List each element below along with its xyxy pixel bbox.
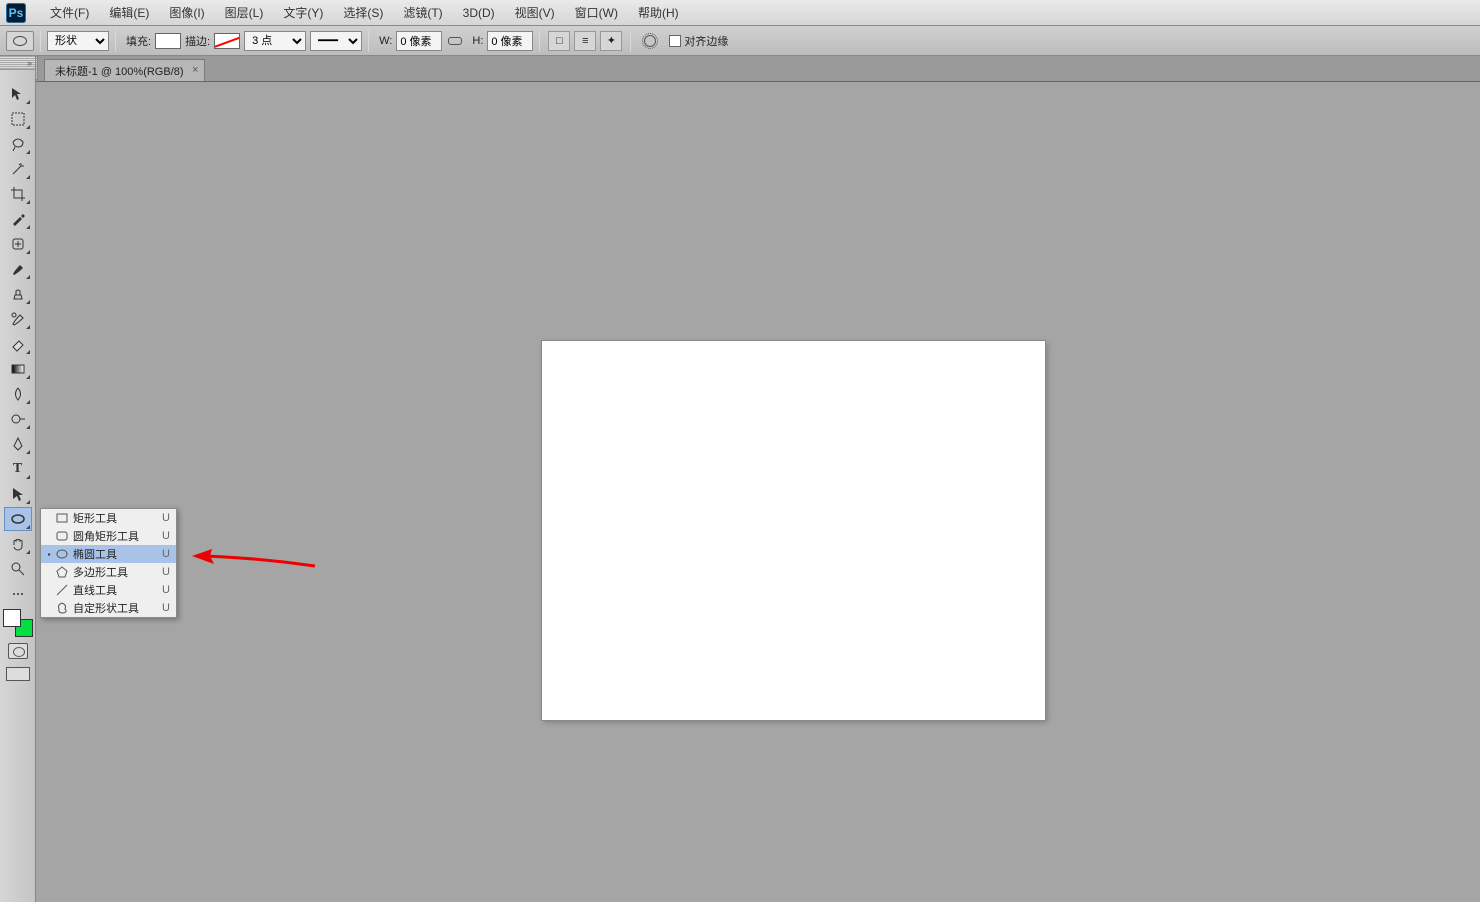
flyout-item-polygon[interactable]: 多边形工具U xyxy=(41,563,176,581)
fill-swatch[interactable] xyxy=(155,33,181,49)
stroke-style-select[interactable]: ━━━ xyxy=(310,31,362,51)
current-tool-icon[interactable] xyxy=(6,31,34,51)
menu-view[interactable]: 视图(V) xyxy=(505,4,565,21)
brush-tool[interactable] xyxy=(4,257,32,281)
flyout-item-custom[interactable]: 自定形状工具U xyxy=(41,599,176,617)
menu-file[interactable]: 文件(F) xyxy=(40,4,99,21)
width-label: W: xyxy=(379,35,392,47)
flyout-item-rect[interactable]: 矩形工具U xyxy=(41,509,176,527)
flyout-item-label: 圆角矩形工具 xyxy=(71,528,158,544)
document-tab-bar: 未标题-1 @ 100%(RGB/8) × xyxy=(0,56,1480,82)
canvas[interactable] xyxy=(542,341,1045,720)
menu-filter[interactable]: 滤镜(T) xyxy=(393,4,452,21)
rect-icon xyxy=(53,511,71,525)
toolbox: » T xyxy=(0,56,36,902)
line-icon xyxy=(53,583,71,597)
flyout-item-line[interactable]: 直线工具U xyxy=(41,581,176,599)
move-tool[interactable] xyxy=(4,82,32,106)
tool-settings-button[interactable] xyxy=(639,31,661,51)
flyout-item-label: 椭圆工具 xyxy=(71,546,158,562)
flyout-item-shortcut: U xyxy=(158,566,170,578)
flyout-item-label: 直线工具 xyxy=(71,582,158,598)
edit-toolbar[interactable] xyxy=(4,582,32,606)
path-selection-tool[interactable] xyxy=(4,482,32,506)
pen-tool[interactable] xyxy=(4,432,32,456)
quick-mask-toggle[interactable] xyxy=(8,643,28,659)
eyedropper-tool[interactable] xyxy=(4,207,32,231)
type-tool[interactable]: T xyxy=(4,457,32,481)
tab-close-button[interactable]: × xyxy=(192,64,198,76)
flyout-item-shortcut: U xyxy=(158,602,170,614)
color-swatches[interactable] xyxy=(3,609,33,637)
menu-layer[interactable]: 图层(L) xyxy=(215,4,274,21)
lasso-tool[interactable] xyxy=(4,132,32,156)
toolbox-collapse-icon[interactable]: » xyxy=(27,58,32,68)
blur-tool[interactable] xyxy=(4,382,32,406)
flyout-item-shortcut: U xyxy=(158,512,170,524)
width-input[interactable] xyxy=(396,31,442,51)
shape-tool[interactable] xyxy=(4,507,32,531)
menu-select[interactable]: 选择(S) xyxy=(333,4,393,21)
menu-edit[interactable]: 编辑(E) xyxy=(99,4,159,21)
path-op-3[interactable]: ✦ xyxy=(600,31,622,51)
menu-type[interactable]: 文字(Y) xyxy=(273,4,333,21)
shape-tool-flyout: 矩形工具U圆角矩形工具U▪椭圆工具U多边形工具U直线工具U自定形状工具U xyxy=(40,508,177,618)
clone-stamp-tool[interactable] xyxy=(4,282,32,306)
zoom-tool[interactable] xyxy=(4,557,32,581)
flyout-item-label: 矩形工具 xyxy=(71,510,158,526)
gear-icon xyxy=(644,35,656,47)
menu-3d[interactable]: 3D(D) xyxy=(453,6,505,20)
flyout-item-shortcut: U xyxy=(158,530,170,542)
flyout-item-ellipse[interactable]: ▪ 椭圆工具U xyxy=(41,545,176,563)
menu-window[interactable]: 窗口(W) xyxy=(565,4,628,21)
app-logo: Ps xyxy=(6,3,26,23)
flyout-item-shortcut: U xyxy=(158,584,170,596)
screen-mode-toggle[interactable] xyxy=(6,667,30,681)
hand-tool[interactable] xyxy=(4,532,32,556)
healing-brush-tool[interactable] xyxy=(4,232,32,256)
dodge-tool[interactable] xyxy=(4,407,32,431)
height-input[interactable] xyxy=(487,31,533,51)
magic-wand-tool[interactable] xyxy=(4,157,32,181)
ellipse-icon xyxy=(13,36,27,46)
toolbox-grip[interactable]: » xyxy=(0,56,35,70)
gradient-tool[interactable] xyxy=(4,357,32,381)
stroke-width-select[interactable]: 3 点 xyxy=(244,31,306,51)
fill-label: 填充: xyxy=(126,33,151,49)
workspace[interactable] xyxy=(36,82,1480,902)
menu-help[interactable]: 帮助(H) xyxy=(628,4,689,21)
stroke-swatch[interactable] xyxy=(214,33,240,49)
link-wh-button[interactable] xyxy=(444,31,466,51)
crop-tool[interactable] xyxy=(4,182,32,206)
document-tab[interactable]: 未标题-1 @ 100%(RGB/8) × xyxy=(44,59,205,81)
eraser-tool[interactable] xyxy=(4,332,32,356)
custom-icon xyxy=(53,601,71,615)
flyout-item-roundrect[interactable]: 圆角矩形工具U xyxy=(41,527,176,545)
flyout-item-label: 自定形状工具 xyxy=(71,600,158,616)
options-bar: 形状 填充: 描边: 3 点 ━━━ W: H: □ ≡ ✦ 对齐边缘 xyxy=(0,26,1480,56)
foreground-color-swatch[interactable] xyxy=(3,609,21,627)
menu-image[interactable]: 图像(I) xyxy=(159,4,214,21)
stroke-label: 描边: xyxy=(185,33,210,49)
tool-mode-select[interactable]: 形状 xyxy=(47,31,109,51)
flyout-item-label: 多边形工具 xyxy=(71,564,158,580)
roundrect-icon xyxy=(53,529,71,543)
document-tab-title: 未标题-1 @ 100%(RGB/8) xyxy=(55,63,184,79)
height-label: H: xyxy=(472,35,483,47)
align-edges-checkbox[interactable] xyxy=(669,35,681,47)
align-edges-option[interactable]: 对齐边缘 xyxy=(669,33,728,49)
link-icon xyxy=(448,37,462,45)
history-brush-tool[interactable] xyxy=(4,307,32,331)
path-op-2[interactable]: ≡ xyxy=(574,31,596,51)
ellipse-icon xyxy=(53,547,71,561)
align-edges-label: 对齐边缘 xyxy=(684,33,728,49)
menu-bar: Ps 文件(F) 编辑(E) 图像(I) 图层(L) 文字(Y) 选择(S) 滤… xyxy=(0,0,1480,26)
marquee-tool[interactable] xyxy=(4,107,32,131)
flyout-item-shortcut: U xyxy=(158,548,170,560)
path-op-1[interactable]: □ xyxy=(548,31,570,51)
polygon-icon xyxy=(53,565,71,579)
selected-bullet-icon: ▪ xyxy=(45,550,53,559)
